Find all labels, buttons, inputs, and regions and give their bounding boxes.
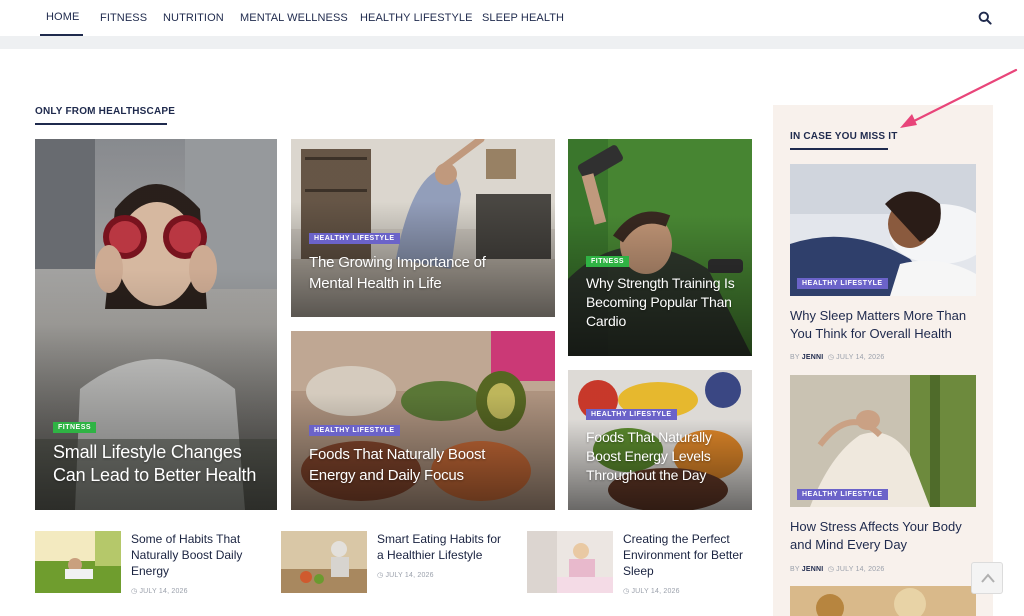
clock-icon: ◷ [623,588,630,595]
sidebar-post-image-stress [790,375,976,507]
article-card-foods-focus[interactable]: HEALTHY LIFESTYLE Foods That Naturally B… [291,331,555,510]
article-title-foods-energy[interactable]: Foods That Naturally Boost Energy Levels… [586,428,746,485]
nav-item-nutrition[interactable]: NUTRITION [163,0,224,36]
feature-article-badge[interactable]: FITNESS [53,422,97,433]
sidebar-post-title-sleep[interactable]: Why Sleep Matters More Than You Think fo… [790,307,976,343]
nav-item-healthy-lifestyle[interactable]: HEALTHY LIFESTYLE [360,0,473,36]
author-link[interactable]: JENNI [802,566,824,573]
section-heading-underline [35,123,167,125]
sidebar-post-badge-stress[interactable]: HEALTHY LIFESTYLE [797,489,888,500]
top-nav: HOME FITNESS NUTRITION MENTAL WELLNESS H… [0,0,1024,36]
article-badge-foods-energy[interactable]: HEALTHY LIFESTYLE [586,409,677,420]
sidebar-heading-underline [790,148,888,150]
author-link[interactable]: JENNI [802,354,824,361]
byline-label: BY [790,566,800,573]
article-badge-strength-training[interactable]: FITNESS [586,256,630,267]
article-card-mental-health[interactable]: HEALTHY LIFESTYLE The Growing Importance… [291,139,555,317]
byline-label: BY [790,354,800,361]
sidebar-post-badge-sleep[interactable]: HEALTHY LIFESTYLE [797,278,888,289]
clock-icon: ◷ [377,572,384,579]
sidebar-post-meta-stress: BY JENNI ◷ JULY 14, 2026 [790,565,884,573]
list-image-habits [35,531,121,593]
sidebar-post-card-next[interactable] [790,586,976,616]
list-date-sleep-env: JULY 14, 2026 [631,588,680,595]
sidebar-post-card-sleep[interactable]: HEALTHY LIFESTYLE [790,164,976,296]
sidebar-heading: IN CASE YOU MISS IT [790,131,898,150]
nav-item-sleep-health[interactable]: SLEEP HEALTH [482,0,564,36]
list-thumb-habits[interactable] [35,531,121,593]
sidebar-post-image-sleep [790,164,976,296]
clock-icon: ◷ [827,566,835,573]
sidebar-post-image-next [790,586,976,616]
clock-icon: ◷ [131,588,138,595]
back-to-top-button[interactable] [971,562,1003,594]
sidebar-heading-label: IN CASE YOU MISS IT [790,131,898,142]
list-thumb-eating[interactable] [281,531,367,593]
sidebar-post-title-stress[interactable]: How Stress Affects Your Body and Mind Ev… [790,518,976,554]
sidebar-post-date-sleep: JULY 14, 2026 [836,354,885,361]
nav-divider-band [0,36,1024,49]
sidebar-post-date-stress: JULY 14, 2026 [836,566,885,573]
feature-article-card[interactable]: FITNESS Small Lifestyle Changes Can Lead… [35,139,277,510]
article-title-mental-health[interactable]: The Growing Importance of Mental Health … [309,252,509,294]
list-title-eating[interactable]: Smart Eating Habits for a Healthier Life… [377,531,507,563]
article-card-strength-training[interactable]: FITNESS Why Strength Training Is Becomin… [568,139,752,356]
section-heading-label: ONLY FROM HEALTHSCAPE [35,106,176,117]
section-heading: ONLY FROM HEALTHSCAPE [35,106,176,125]
list-date-habits: JULY 14, 2026 [139,588,188,595]
nav-item-mental-wellness[interactable]: MENTAL WELLNESS [240,0,348,36]
list-image-eating [281,531,367,593]
nav-item-home[interactable]: HOME [40,0,83,36]
sidebar-post-meta-sleep: BY JENNI ◷ JULY 14, 2026 [790,353,884,361]
annotation-arrow [900,68,1018,128]
article-card-foods-energy[interactable]: HEALTHY LIFESTYLE Foods That Naturally B… [568,370,752,510]
list-meta-habits: ◷ JULY 14, 2026 [131,587,188,595]
list-image-sleep-env [527,531,613,593]
list-title-sleep-env[interactable]: Creating the Perfect Environment for Bet… [623,531,753,579]
feature-article-title[interactable]: Small Lifestyle Changes Can Lead to Bett… [53,441,268,487]
chevron-up-icon [981,573,995,583]
list-meta-sleep-env: ◷ JULY 14, 2026 [623,587,680,595]
list-meta-eating: ◷ JULY 14, 2026 [377,571,434,579]
article-badge-mental-health[interactable]: HEALTHY LIFESTYLE [309,233,400,244]
search-icon[interactable] [978,11,992,25]
article-title-strength-training[interactable]: Why Strength Training Is Becoming Popula… [586,274,746,331]
list-date-eating: JULY 14, 2026 [385,572,434,579]
article-title-foods-focus[interactable]: Foods That Naturally Boost Energy and Da… [309,444,524,486]
clock-icon: ◷ [827,354,835,361]
list-title-habits[interactable]: Some of Habits That Naturally Boost Dail… [131,531,256,579]
nav-item-fitness[interactable]: FITNESS [100,0,147,36]
list-thumb-sleep-env[interactable] [527,531,613,593]
sidebar-post-card-stress[interactable]: HEALTHY LIFESTYLE [790,375,976,507]
article-badge-foods-focus[interactable]: HEALTHY LIFESTYLE [309,425,400,436]
